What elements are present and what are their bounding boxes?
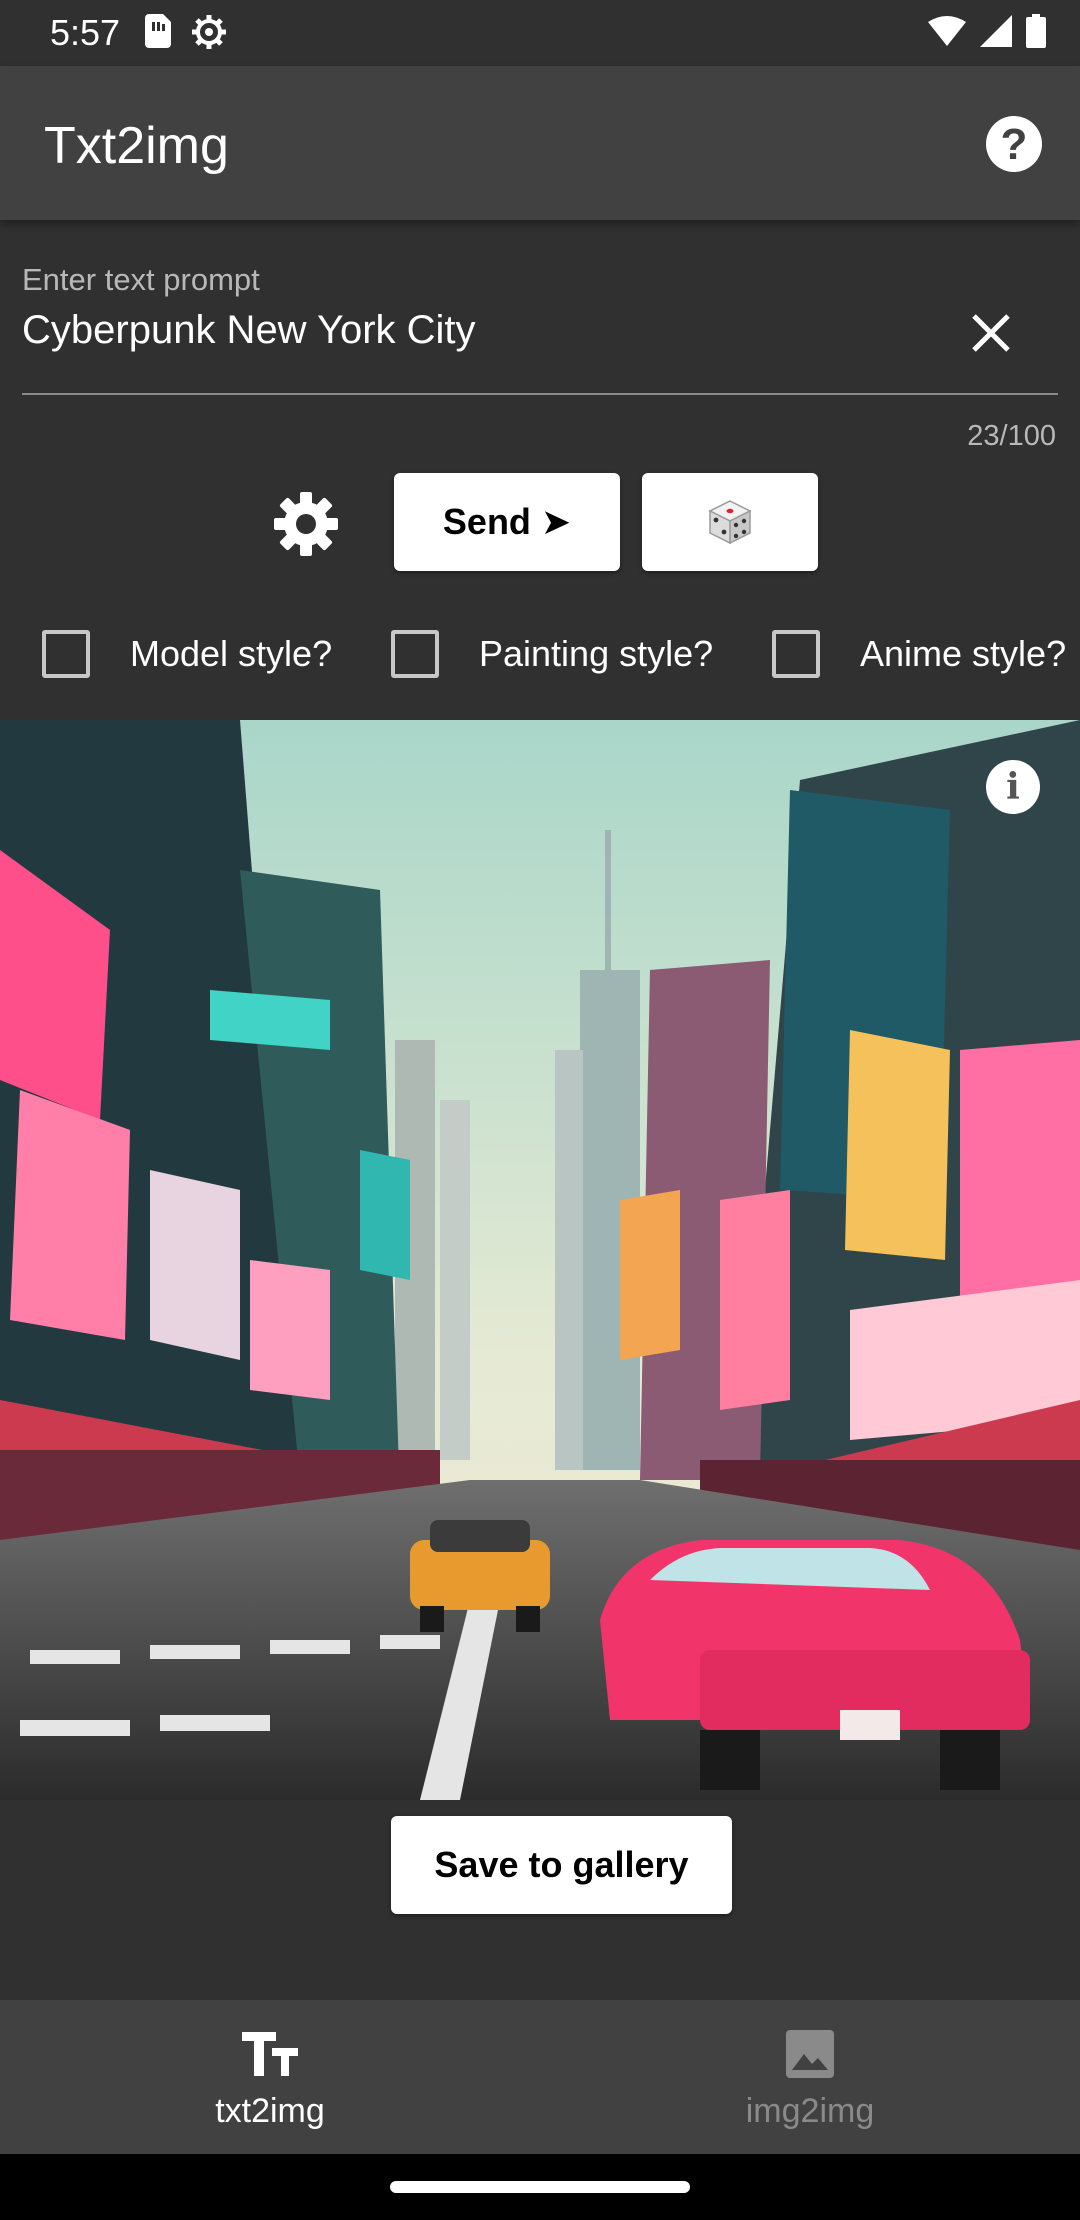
save-to-gallery-button[interactable]: Save to gallery [391,1816,732,1914]
battery-icon [1026,14,1046,48]
model-style-option[interactable]: Model style? [42,618,332,690]
nav-label-img2img: img2img [745,2092,875,2130]
generated-image [0,720,1080,1800]
status-time: 5:57 [50,12,121,53]
nav-label-txt2img: txt2img [215,2092,325,2130]
dice-icon [708,500,752,545]
anime-style-label: Anime style? [860,633,1067,674]
send-button[interactable]: Send ➤ [394,473,620,571]
text-fields-icon [242,2032,298,2076]
painting-style-checkbox[interactable] [391,630,439,678]
signal-icon [980,15,1012,47]
prompt-counter: 23/100 [967,420,1056,452]
home-indicator[interactable] [390,2181,690,2193]
anime-style-checkbox[interactable] [772,630,820,678]
painting-style-label: Painting style? [479,633,714,674]
image-icon [786,2030,834,2078]
random-prompt-button[interactable] [642,473,818,571]
sim-card-icon [145,14,171,48]
send-arrow-icon: ➤ [540,501,572,542]
nav-item-img2img[interactable]: img2img [540,2000,1080,2154]
settings-status-icon [192,15,226,49]
send-label: Send [442,501,531,542]
prompt-underline [22,393,1058,395]
gear-icon[interactable] [272,490,340,558]
model-style-label: Model style? [130,633,333,674]
app-bar: Txt2img [0,66,1080,220]
help-icon[interactable]: ? [986,116,1042,172]
app-title: Txt2img [44,117,229,175]
style-options: Model style? Painting style? Anime style… [0,618,1080,690]
painting-style-option[interactable]: Painting style? [391,618,713,690]
status-bar: 5:57 [0,0,1080,66]
info-icon[interactable]: i [986,760,1040,814]
gesture-bar [0,2154,1080,2220]
prompt-input[interactable]: Cyberpunk New York City [22,308,476,353]
wifi-icon [928,16,966,46]
nav-item-txt2img[interactable]: txt2img [0,2000,540,2154]
anime-style-option[interactable]: Anime style? [772,618,1066,690]
cityscape-illustration [0,720,1080,1800]
clear-icon[interactable] [966,308,1016,358]
bottom-navigation: txt2img img2img [0,2000,1080,2154]
model-style-checkbox[interactable] [42,630,90,678]
prompt-label: Enter text prompt [22,262,260,297]
